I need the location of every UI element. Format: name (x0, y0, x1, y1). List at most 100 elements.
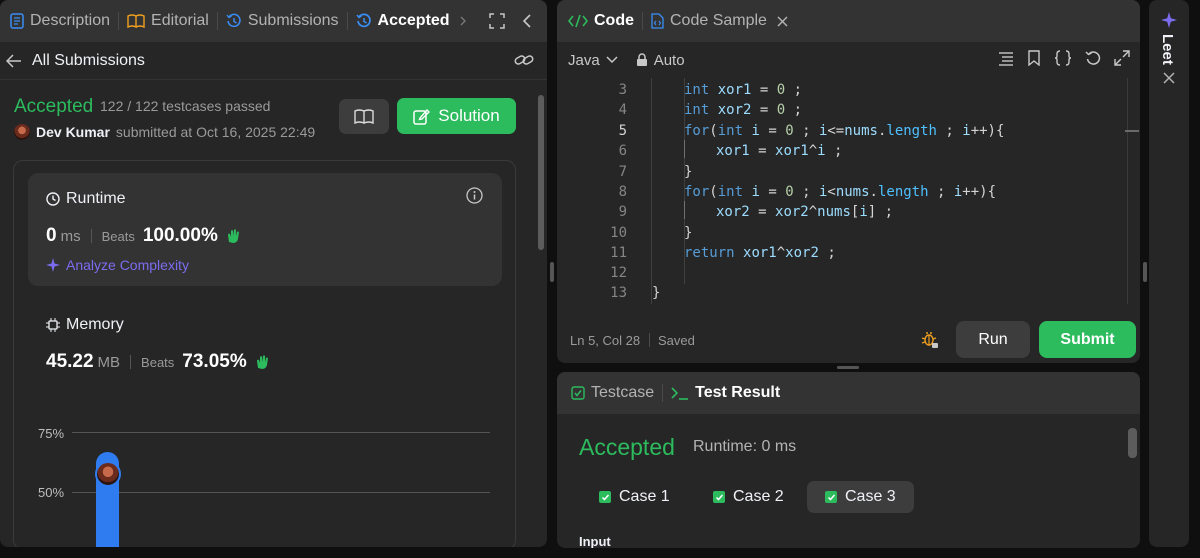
beats-label: Beats (141, 355, 175, 370)
check-icon (599, 491, 611, 503)
analyze-complexity-link[interactable]: Analyze Complexity (46, 257, 189, 273)
tab-label: Testcase (591, 384, 655, 401)
tab-testcase[interactable]: Testcase (557, 372, 662, 414)
code-line: 4 int xor2 = 0 ; (557, 100, 1117, 120)
memory-value: 45.22 (46, 351, 94, 372)
line-number: 6 (618, 143, 627, 159)
mode-value: Auto (653, 51, 685, 69)
runtime-label: Runtime (66, 190, 126, 207)
tab-code[interactable]: Code (557, 0, 642, 42)
input-label: Input (579, 534, 611, 548)
tab-editorial[interactable]: Editorial (119, 0, 217, 42)
back-to-submissions[interactable]: All Submissions (0, 42, 547, 80)
submitter-name[interactable]: Dev Kumar (36, 124, 110, 140)
result-scrollbar[interactable] (1128, 428, 1137, 458)
back-label: All Submissions (32, 51, 145, 69)
line-number: 4 (618, 102, 627, 118)
bookmark-icon[interactable] (1027, 50, 1041, 66)
code-line: 3 int xor1 = 0 ; (557, 80, 1117, 100)
code-text: for(int i = 0 ; i<=nums.length ; i++){ (684, 123, 1005, 139)
solution-button[interactable]: Solution (397, 98, 516, 134)
divider (649, 333, 650, 347)
analyze-label: Analyze Complexity (66, 257, 189, 273)
chip-icon (46, 318, 60, 332)
braces-icon[interactable] (1054, 50, 1072, 66)
line-number: 7 (618, 164, 627, 180)
divider (130, 355, 132, 369)
code-panel: Code Code Sample Java Auto 3 int xor1 = … (557, 0, 1140, 363)
language-select[interactable]: Java (568, 52, 618, 69)
case-tab-1[interactable]: Case 1 (581, 481, 688, 513)
tab-label: Code Sample (670, 12, 767, 29)
debugger-icon[interactable] (921, 331, 939, 349)
line-number: 5 (618, 123, 627, 139)
info-icon[interactable] (466, 187, 483, 204)
runtime-beats: 100.00% (142, 225, 218, 246)
code-scrollbar[interactable] (1125, 78, 1139, 304)
editorial-button[interactable] (339, 99, 389, 134)
tab-test-result[interactable]: Test Result (663, 372, 788, 414)
code-line-current: 5 for(int i = 0 ; i<=nums.length ; i++){ (557, 121, 1117, 141)
code-text: } (684, 164, 693, 180)
maximize-icon[interactable] (489, 13, 505, 29)
tab-code-sample[interactable]: Code Sample (643, 0, 796, 42)
cursor-position: Ln 5, Col 28 (570, 332, 641, 348)
editor-actions (998, 50, 1130, 66)
solution-label: Solution (438, 106, 500, 125)
chevron-right-icon (460, 16, 467, 26)
line-number: 3 (618, 82, 627, 98)
auto-mode[interactable]: Auto (636, 52, 685, 69)
cursor-marker (1125, 130, 1139, 132)
avatar[interactable] (14, 124, 30, 140)
result-status: Accepted (579, 434, 675, 460)
resize-handle[interactable] (550, 262, 554, 282)
expand-icon[interactable] (1114, 50, 1130, 66)
line-number: 11 (610, 245, 627, 261)
code-text: xor2 = xor2^nums[i] ; (716, 204, 894, 220)
code-text: int xor2 = 0 ; (684, 102, 803, 118)
clap-icon (255, 354, 271, 370)
submission-panel: Description Editorial Submissions Accept… (0, 0, 547, 547)
resize-handle[interactable] (837, 366, 859, 369)
resize-handle[interactable] (1143, 262, 1147, 282)
checkbox-icon (571, 386, 585, 400)
case-tab-3[interactable]: Case 3 (807, 481, 914, 513)
avatar (95, 461, 121, 487)
close-icon[interactable] (1163, 72, 1175, 84)
code-text: return xor1^xor2 ; (684, 245, 836, 261)
leet-label[interactable]: Leet (1159, 34, 1176, 65)
description-icon (10, 13, 24, 29)
tab-accepted[interactable]: Accepted (348, 0, 475, 42)
format-lines-icon[interactable] (998, 50, 1014, 66)
chart-tick-label: 50% (38, 485, 65, 500)
reset-icon[interactable] (1085, 50, 1101, 66)
close-icon[interactable] (777, 15, 788, 27)
divider (90, 229, 92, 243)
chart-tick-label: 75% (38, 426, 65, 441)
tab-label: Accepted (377, 12, 450, 29)
runtime-value-row: 0 ms Beats 100.00% (46, 225, 242, 247)
collapse-left-icon[interactable] (522, 13, 532, 29)
case-label: Case 2 (733, 488, 784, 505)
code-line: 6 xor1 = xor1^i ; (557, 141, 1117, 161)
memory-unit: MB (97, 354, 121, 371)
submitted-at: submitted at Oct 16, 2025 22:49 (115, 124, 316, 140)
chart-gridline (72, 432, 490, 433)
leet-sidebar: Leet (1149, 0, 1189, 547)
lock-icon (636, 53, 648, 67)
check-icon (825, 491, 837, 503)
code-editor[interactable]: 3 int xor1 = 0 ; 4 int xor2 = 0 ; 5 for(… (557, 78, 1140, 310)
link-icon[interactable] (514, 52, 534, 68)
left-tab-bar: Description Editorial Submissions Accept… (0, 0, 547, 42)
line-number: 9 (618, 204, 627, 220)
case-label: Case 3 (845, 488, 896, 505)
edit-icon (413, 108, 431, 125)
arrow-left-icon (6, 53, 22, 68)
submit-button[interactable]: Submit (1039, 321, 1136, 358)
memory-value-row: 45.22 MB Beats 73.05% (46, 351, 271, 373)
tab-submissions[interactable]: Submissions (218, 0, 347, 42)
tab-description[interactable]: Description (0, 0, 118, 42)
left-scrollbar[interactable] (538, 95, 544, 250)
run-button[interactable]: Run (956, 321, 1030, 358)
case-tab-2[interactable]: Case 2 (695, 481, 802, 513)
